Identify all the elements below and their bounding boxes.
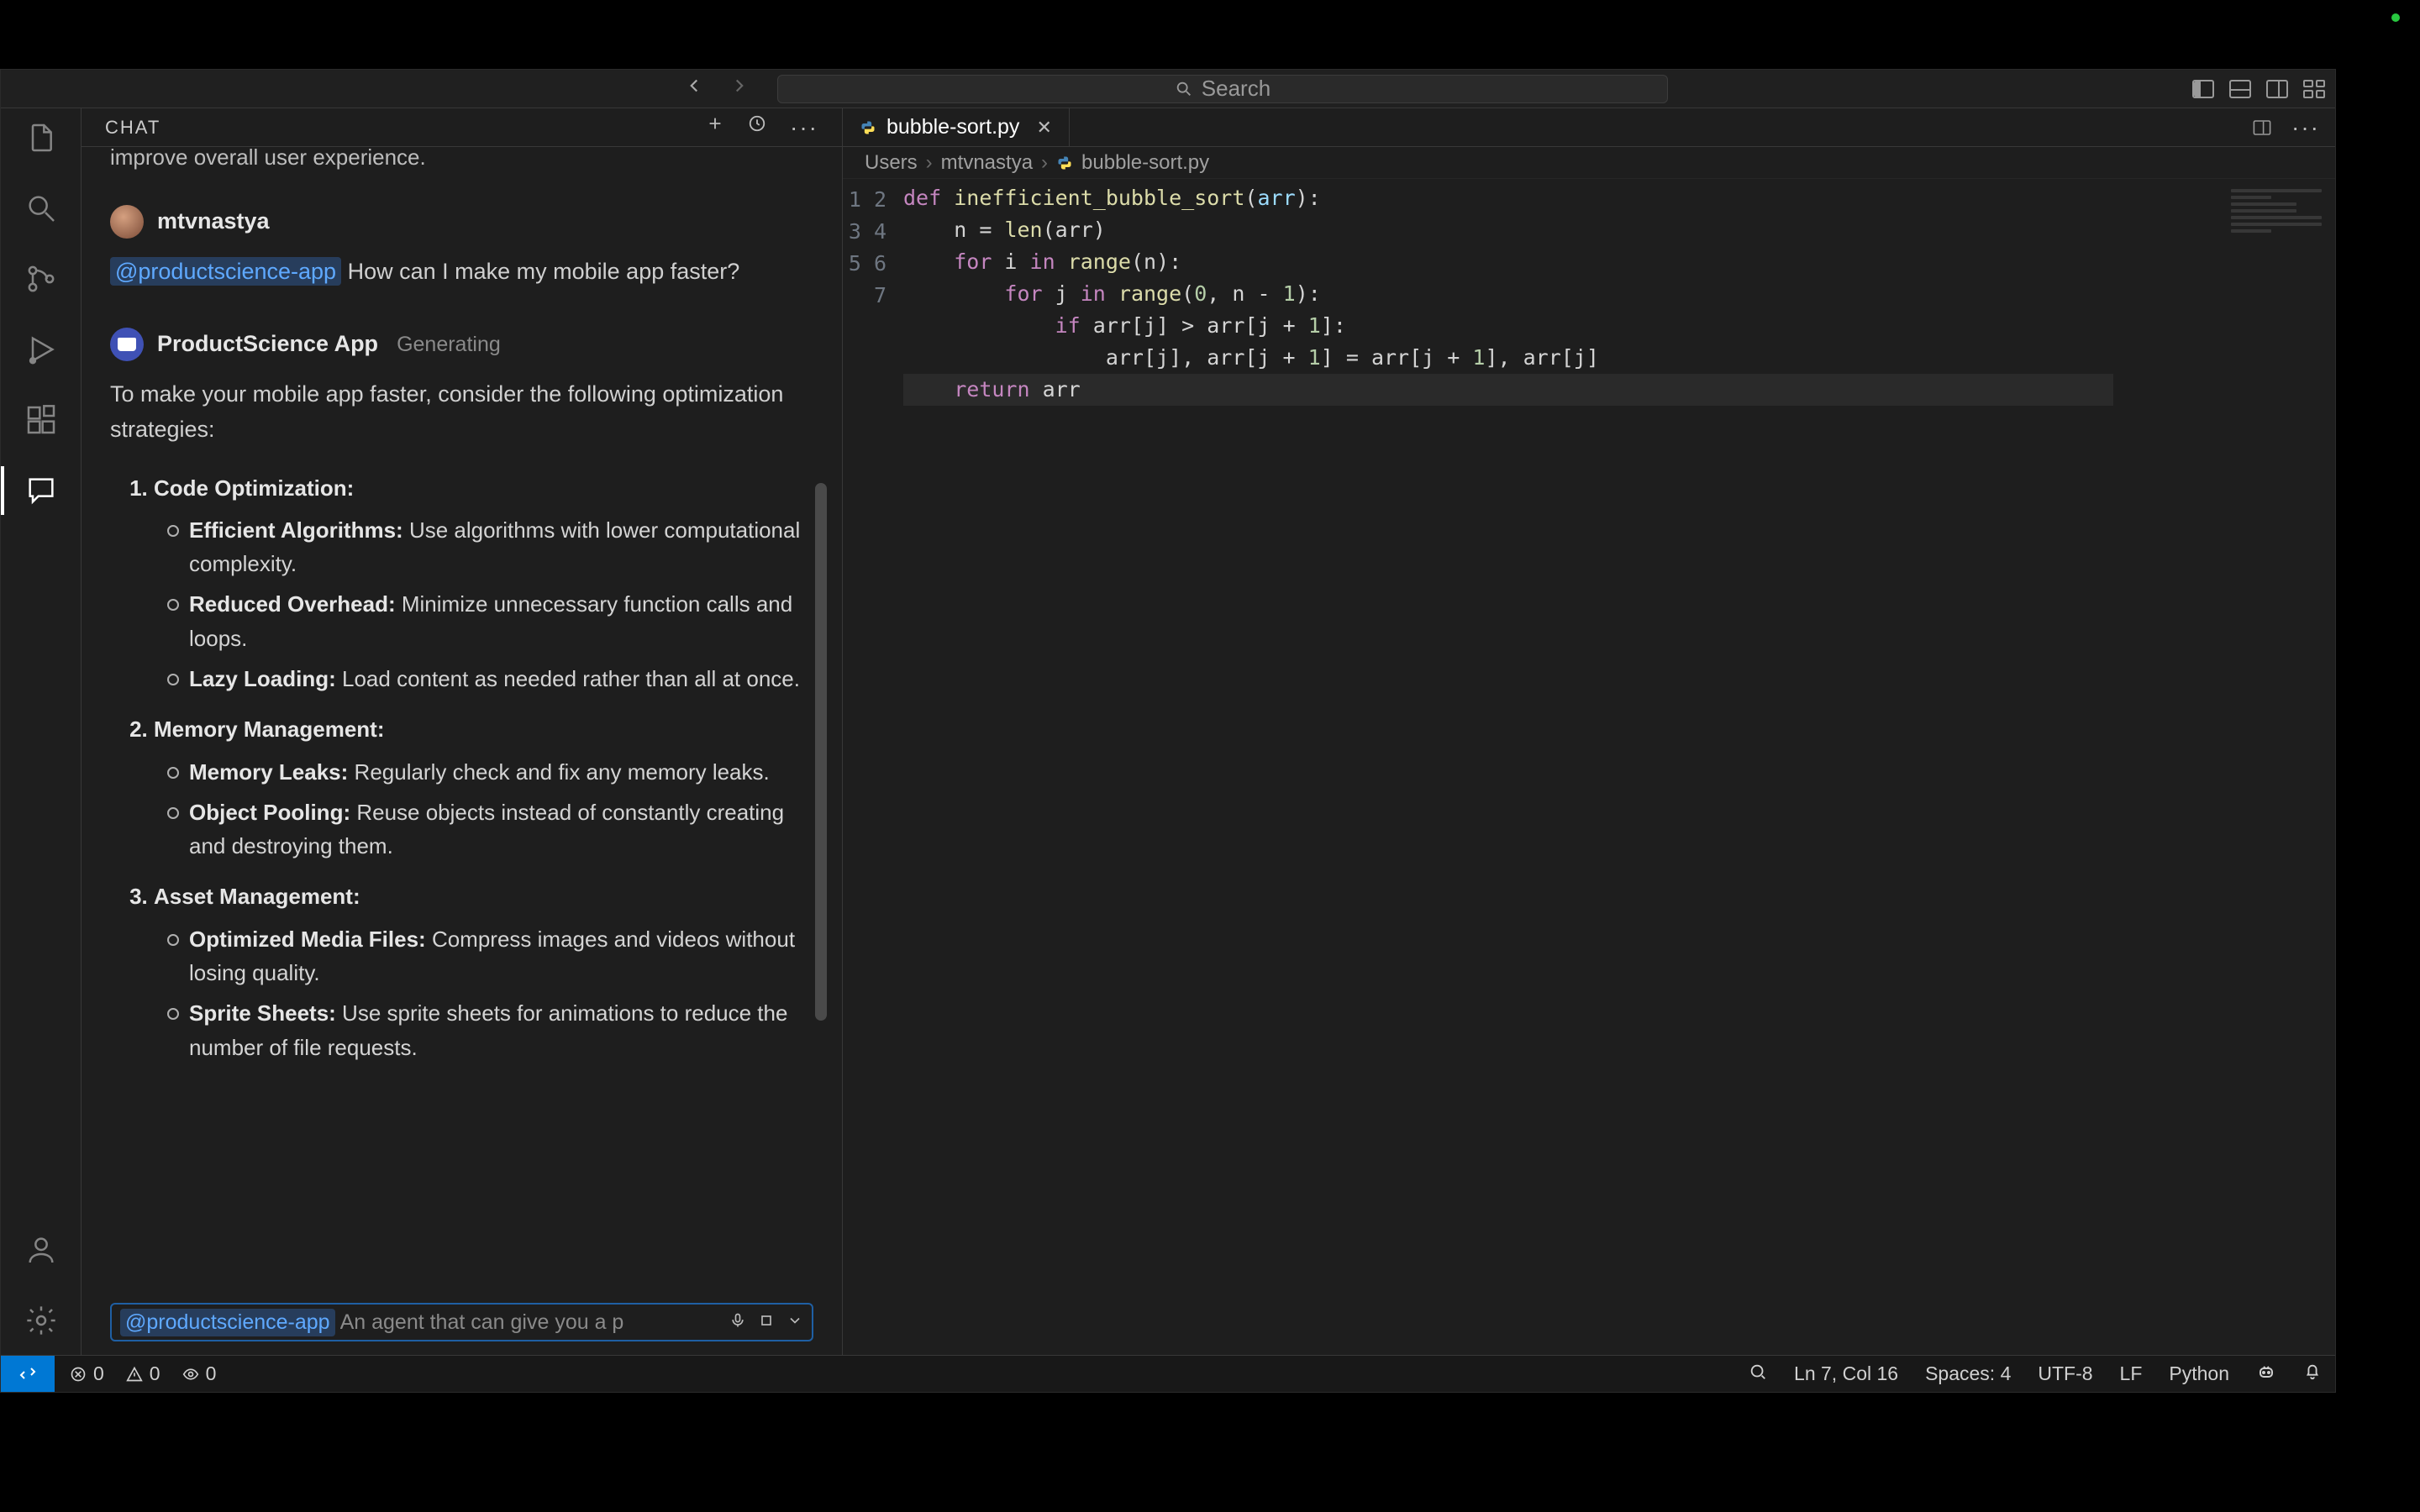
status-warnings[interactable]: 0 xyxy=(126,1362,160,1385)
python-file-icon xyxy=(860,119,876,136)
breadcrumb-segment[interactable]: mtvnastya xyxy=(941,151,1033,175)
bot-intro: To make your mobile app faster, consider… xyxy=(110,377,813,448)
list-item: Optimized Media Files: Compress images a… xyxy=(167,922,813,990)
status-cursor-position[interactable]: Ln 7, Col 16 xyxy=(1794,1362,1898,1385)
activity-explorer-icon[interactable] xyxy=(24,120,59,155)
activity-settings-icon[interactable] xyxy=(24,1303,59,1338)
chat-more-icon[interactable]: ··· xyxy=(790,114,818,141)
status-encoding[interactable]: UTF-8 xyxy=(2038,1362,2092,1385)
strategies-list: Code Optimization: Efficient Algorithms:… xyxy=(110,471,813,1064)
chat-user-header: mtvnastya xyxy=(110,204,813,239)
activity-bar xyxy=(1,108,82,1355)
chat-input-mention[interactable]: @productscience-app xyxy=(120,1309,335,1336)
editor-tab-bubble-sort[interactable]: bubble-sort.py ✕ xyxy=(843,108,1070,146)
user-message-text: How can I make my mobile app faster? xyxy=(348,259,740,284)
macos-running-indicator xyxy=(2391,13,2400,22)
bot-name: ProductScience App xyxy=(157,327,378,362)
tab-filename: bubble-sort.py xyxy=(886,115,1019,139)
list-item: Reduced Overhead: Minimize unnecessary f… xyxy=(167,587,813,655)
activity-extensions-icon[interactable] xyxy=(24,402,59,438)
remote-indicator[interactable] xyxy=(1,1356,55,1392)
status-notifications-icon[interactable] xyxy=(2303,1362,2322,1386)
chevron-down-icon[interactable] xyxy=(786,1310,803,1335)
activity-chat-icon[interactable] xyxy=(24,473,59,508)
previous-response-tail: improve overall user experience. xyxy=(110,147,813,174)
chat-history-icon[interactable] xyxy=(748,114,766,141)
breadcrumb[interactable]: Users › mtvnastya › bubble-sort.py xyxy=(843,147,2335,179)
python-file-icon xyxy=(1056,155,1073,171)
toggle-panel-icon[interactable] xyxy=(2229,80,2251,98)
chat-bot-header: ProductScience App Generating xyxy=(110,327,813,362)
new-chat-icon[interactable] xyxy=(706,114,724,141)
list-item: Memory Leaks: Regularly check and fix an… xyxy=(167,755,813,789)
section-title: Code Optimization: xyxy=(154,475,354,501)
editor-more-icon[interactable]: ··· xyxy=(2291,114,2320,141)
breadcrumb-segment[interactable]: Users xyxy=(865,151,918,175)
toggle-secondary-sidebar-icon[interactable] xyxy=(2266,80,2288,98)
list-item: Lazy Loading: Load content as needed rat… xyxy=(167,662,813,696)
stop-icon[interactable] xyxy=(758,1310,775,1335)
nav-back-button[interactable] xyxy=(683,75,705,103)
status-errors[interactable]: 0 xyxy=(70,1362,104,1385)
section-title: Asset Management: xyxy=(154,884,360,909)
user-message: @productscience-app How can I make my mo… xyxy=(110,255,813,290)
status-feedback-icon[interactable] xyxy=(1749,1362,1767,1386)
status-ports[interactable]: 0 xyxy=(182,1362,217,1385)
section-title: Memory Management: xyxy=(154,717,385,742)
activity-source-control-icon[interactable] xyxy=(24,261,59,297)
status-eol[interactable]: LF xyxy=(2120,1362,2143,1385)
chat-input-placeholder: An agent that can give you a p xyxy=(340,1310,724,1335)
search-icon xyxy=(1175,80,1193,98)
minimap[interactable] xyxy=(2228,186,2328,236)
user-message-mention[interactable]: @productscience-app xyxy=(110,257,341,286)
chat-scrollbar[interactable] xyxy=(815,483,827,1021)
nav-forward-button[interactable] xyxy=(729,75,750,103)
split-editor-icon[interactable] xyxy=(2254,120,2271,135)
line-gutter: 1 2 3 4 5 6 7 xyxy=(843,182,903,1355)
chevron-right-icon: › xyxy=(1041,151,1048,175)
list-item: Efficient Algorithms: Use algorithms wit… xyxy=(167,513,813,581)
strategy-section: Asset Management: Optimized Media Files:… xyxy=(154,879,813,1063)
chat-panel-header: CHAT ··· xyxy=(82,108,842,147)
status-bar: 0 0 0 Ln 7, Col 16 Spaces: 4 UTF-8 LF Py… xyxy=(1,1355,2335,1392)
status-language[interactable]: Python xyxy=(2169,1362,2229,1385)
chat-input[interactable]: @productscience-app An agent that can gi… xyxy=(110,1303,813,1341)
code-content[interactable]: def inefficient_bubble_sort(arr): n = le… xyxy=(903,182,2113,1355)
editor-tabs: bubble-sort.py ✕ ··· xyxy=(843,108,2335,147)
status-indentation[interactable]: Spaces: 4 xyxy=(1925,1362,2011,1385)
chat-panel-title: CHAT xyxy=(105,117,160,139)
activity-search-icon[interactable] xyxy=(24,191,59,226)
vscode-window: Search xyxy=(0,69,2336,1393)
chevron-right-icon: › xyxy=(926,151,933,175)
user-name: mtvnastya xyxy=(157,204,270,239)
activity-run-debug-icon[interactable] xyxy=(24,332,59,367)
strategy-section: Memory Management: Memory Leaks: Regular… xyxy=(154,712,813,863)
bot-avatar-icon xyxy=(110,328,144,361)
editor-area: bubble-sort.py ✕ ··· Users › mtvnastya ›… xyxy=(843,108,2335,1355)
breadcrumb-segment[interactable]: bubble-sort.py xyxy=(1081,151,1209,175)
user-avatar xyxy=(110,205,144,239)
search-placeholder: Search xyxy=(1202,76,1270,102)
chat-panel: CHAT ··· improve overall user experience… xyxy=(82,108,843,1355)
close-tab-icon[interactable]: ✕ xyxy=(1036,117,1051,139)
customize-layout-icon[interactable] xyxy=(2303,80,2325,98)
microphone-icon[interactable] xyxy=(729,1310,746,1335)
list-item: Sprite Sheets: Use sprite sheets for ani… xyxy=(167,996,813,1064)
title-bar: Search xyxy=(1,70,2335,108)
status-copilot-icon[interactable] xyxy=(2256,1362,2276,1387)
strategy-section: Code Optimization: Efficient Algorithms:… xyxy=(154,471,813,696)
activity-accounts-icon[interactable] xyxy=(24,1232,59,1268)
toggle-primary-sidebar-icon[interactable] xyxy=(2192,80,2214,98)
code-editor[interactable]: 1 2 3 4 5 6 7 def inefficient_bubble_sor… xyxy=(843,179,2335,1355)
list-item: Object Pooling: Reuse objects instead of… xyxy=(167,795,813,864)
bot-status: Generating xyxy=(397,328,501,361)
command-center-search[interactable]: Search xyxy=(777,75,1668,103)
